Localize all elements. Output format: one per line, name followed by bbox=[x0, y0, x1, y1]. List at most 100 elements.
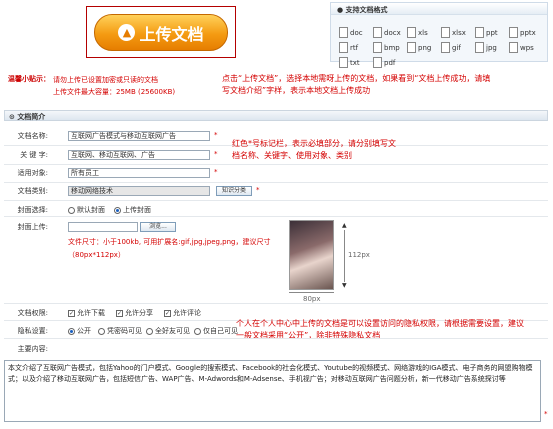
row-divider bbox=[4, 338, 548, 339]
radio-default-cover[interactable] bbox=[68, 206, 75, 214]
format-label: xlsx bbox=[452, 28, 466, 37]
required-mark: * bbox=[214, 150, 218, 158]
doc-file-icon bbox=[339, 27, 348, 38]
png-file-icon bbox=[407, 42, 416, 53]
row-divider bbox=[4, 303, 548, 304]
pdf-file-icon bbox=[373, 57, 382, 68]
format-label: pdf bbox=[384, 58, 396, 67]
allow-comment-option[interactable]: ✓ 允许评论 bbox=[164, 308, 201, 318]
category-label: 文档类别: bbox=[17, 187, 48, 195]
keywords-input[interactable]: 互联网、移动互联网、广告 bbox=[68, 150, 210, 160]
cover-hint-size: （80px*112px） bbox=[68, 251, 125, 259]
txt-file-icon bbox=[339, 57, 348, 68]
row-divider bbox=[4, 182, 548, 183]
format-label: doc bbox=[350, 28, 363, 37]
format-docx: docx bbox=[373, 25, 407, 40]
format-label: docx bbox=[384, 28, 401, 37]
cover-file-path-input[interactable] bbox=[68, 222, 138, 232]
upload-arrow-icon: ▲ bbox=[118, 24, 136, 41]
wps-file-icon bbox=[509, 42, 518, 53]
radio-public[interactable] bbox=[68, 327, 75, 335]
pptx-file-icon bbox=[509, 27, 518, 38]
row-divider bbox=[4, 200, 548, 201]
height-arrow-bottom: ▼ bbox=[342, 282, 347, 289]
gif-file-icon bbox=[441, 42, 450, 53]
privacy-option-friends[interactable]: 全好友可见 bbox=[146, 326, 190, 336]
keywords-label: 关 键 字: bbox=[20, 151, 48, 159]
upload-button-frame: ▲ 上传文档 bbox=[86, 6, 236, 58]
doc-name-input[interactable]: 互联网广告模式与移动互联网广告 bbox=[68, 131, 210, 141]
section-header: ⊙ 文档简介 bbox=[4, 110, 548, 121]
format-label: ppt bbox=[486, 28, 498, 37]
upload-document-button[interactable]: ▲ 上传文档 bbox=[94, 14, 228, 51]
format-label: rtf bbox=[350, 43, 359, 52]
height-arrow-line bbox=[344, 230, 345, 282]
privacy-option-self[interactable]: 仅自己可见 bbox=[194, 326, 238, 336]
cover-upload-label: 封面上传: bbox=[17, 223, 48, 231]
required-mark: * bbox=[214, 168, 218, 176]
format-gif: gif bbox=[441, 40, 475, 55]
radio-password[interactable] bbox=[98, 327, 105, 335]
required-mark: * bbox=[256, 186, 260, 194]
format-label: png bbox=[418, 43, 432, 52]
allow-share-option[interactable]: ✓ 允许分享 bbox=[116, 308, 153, 318]
upload-button-label: 上传文档 bbox=[139, 24, 204, 44]
format-rtf: rtf bbox=[339, 40, 373, 55]
format-label: jpg bbox=[486, 43, 497, 52]
format-bmp: bmp bbox=[373, 40, 407, 55]
permissions-label: 文档权限: bbox=[17, 309, 48, 317]
cover-preview-image bbox=[289, 220, 334, 290]
radio-upload-cover[interactable] bbox=[114, 206, 121, 214]
audience-label: 适用对象: bbox=[17, 169, 48, 177]
xls-file-icon bbox=[407, 27, 416, 38]
format-txt: txt bbox=[339, 55, 373, 70]
format-wps: wps bbox=[509, 40, 543, 55]
required-mark: * bbox=[214, 131, 218, 139]
format-png: png bbox=[407, 40, 441, 55]
format-label: pptx bbox=[520, 28, 536, 37]
format-ppt: ppt bbox=[475, 25, 509, 40]
format-doc: doc bbox=[339, 25, 373, 40]
cover-option-upload[interactable]: 上传封面 bbox=[114, 205, 151, 215]
format-label: xls bbox=[418, 28, 428, 37]
formats-list: doc docx xls xlsx ppt pptx rtf bmp png gif jpg wps t… bbox=[339, 25, 545, 70]
format-pdf: pdf bbox=[373, 55, 407, 70]
format-label: wps bbox=[520, 43, 534, 52]
allow-download-option[interactable]: ✓ 允许下载 bbox=[68, 308, 105, 318]
xlsx-file-icon bbox=[441, 27, 450, 38]
content-textarea[interactable]: 本文介绍了互联网广告模式，包括Yahoo的门户模式、Google的搜索模式、Fa… bbox=[4, 360, 541, 422]
privacy-option-public[interactable]: 公开 bbox=[68, 326, 91, 336]
supported-formats-panel: ● 支持文档格式 doc docx xls xlsx ppt pptx rtf bmp png g… bbox=[330, 2, 548, 68]
browse-button[interactable]: 浏览... bbox=[140, 222, 176, 232]
privacy-option-password[interactable]: 凭密码可见 bbox=[98, 326, 142, 336]
content-label: 主要内容: bbox=[17, 345, 48, 353]
ppt-file-icon bbox=[475, 27, 484, 38]
row-divider bbox=[4, 164, 548, 165]
knowledge-category-button[interactable]: 知识分类 bbox=[216, 186, 252, 196]
rtf-file-icon bbox=[339, 42, 348, 53]
privacy-label: 隐私设置: bbox=[17, 327, 48, 335]
format-label: txt bbox=[350, 58, 360, 67]
row-divider bbox=[4, 216, 548, 217]
required-annotation: 红色*号标记栏，表示必填部分，请分别填写文档名称、关键字、使用对象、类别 bbox=[232, 139, 396, 160]
radio-friends[interactable] bbox=[146, 327, 153, 335]
height-dimension-label: 112px bbox=[348, 251, 370, 259]
cover-option-default[interactable]: 默认封面 bbox=[68, 205, 105, 215]
allow-share-checkbox[interactable]: ✓ bbox=[116, 309, 123, 317]
tips-label: 温馨小贴示： bbox=[8, 75, 50, 83]
format-xls: xls bbox=[407, 25, 441, 40]
format-label: gif bbox=[452, 43, 461, 52]
format-jpg: jpg bbox=[475, 40, 509, 55]
allow-comment-checkbox[interactable]: ✓ bbox=[164, 309, 171, 317]
radio-self[interactable] bbox=[194, 327, 201, 335]
format-pptx: pptx bbox=[509, 25, 543, 40]
upload-annotation: 点击“上传文档”，选择本地需呀上传的文档，如果看到“文档上传成功，请填写文档介绍… bbox=[222, 74, 491, 95]
allow-download-checkbox[interactable]: ✓ bbox=[68, 309, 75, 317]
category-input[interactable]: 移动网络技术 bbox=[68, 186, 210, 196]
height-arrow-top: ▲ bbox=[342, 222, 347, 229]
cover-select-label: 封面选择: bbox=[17, 206, 48, 214]
audience-input[interactable]: 所有员工 bbox=[68, 168, 210, 178]
tip-max-size: 上传文件最大容量：25MB (25600KB) bbox=[53, 88, 176, 96]
jpg-file-icon bbox=[475, 42, 484, 53]
cover-hint-text: 文件尺寸：小于100kb, 可用扩展名:gif,jpg,jpeg,png，建议尺… bbox=[68, 238, 271, 246]
